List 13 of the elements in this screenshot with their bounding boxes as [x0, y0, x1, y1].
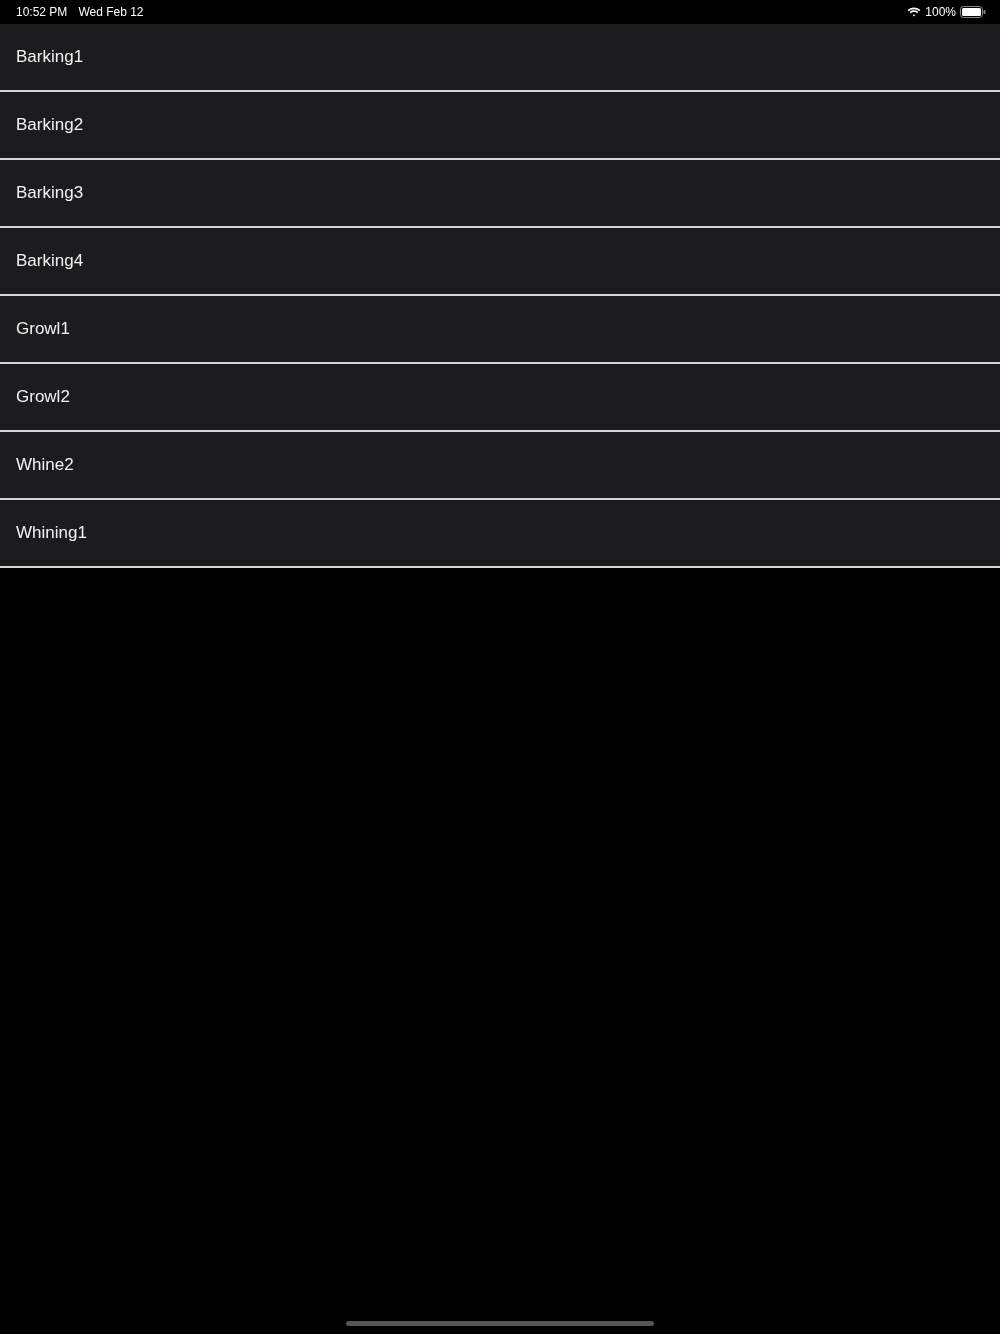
battery-percentage: 100%: [925, 5, 956, 19]
wifi-icon: [907, 7, 922, 17]
sound-list-item[interactable]: Barking4: [0, 228, 1000, 296]
sound-list-item[interactable]: Barking2: [0, 92, 1000, 160]
status-time: 10:52 PM: [16, 5, 68, 19]
sound-list-item[interactable]: Barking1: [0, 24, 1000, 92]
sound-list-item[interactable]: Growl2: [0, 364, 1000, 432]
status-date: Wed Feb 12: [78, 5, 144, 19]
sound-list-item[interactable]: Whining1: [0, 500, 1000, 568]
battery-icon: [960, 6, 986, 18]
sound-list-item[interactable]: Growl1: [0, 296, 1000, 364]
sound-list-item[interactable]: Barking3: [0, 160, 1000, 228]
sound-list-item[interactable]: Whine2: [0, 432, 1000, 500]
